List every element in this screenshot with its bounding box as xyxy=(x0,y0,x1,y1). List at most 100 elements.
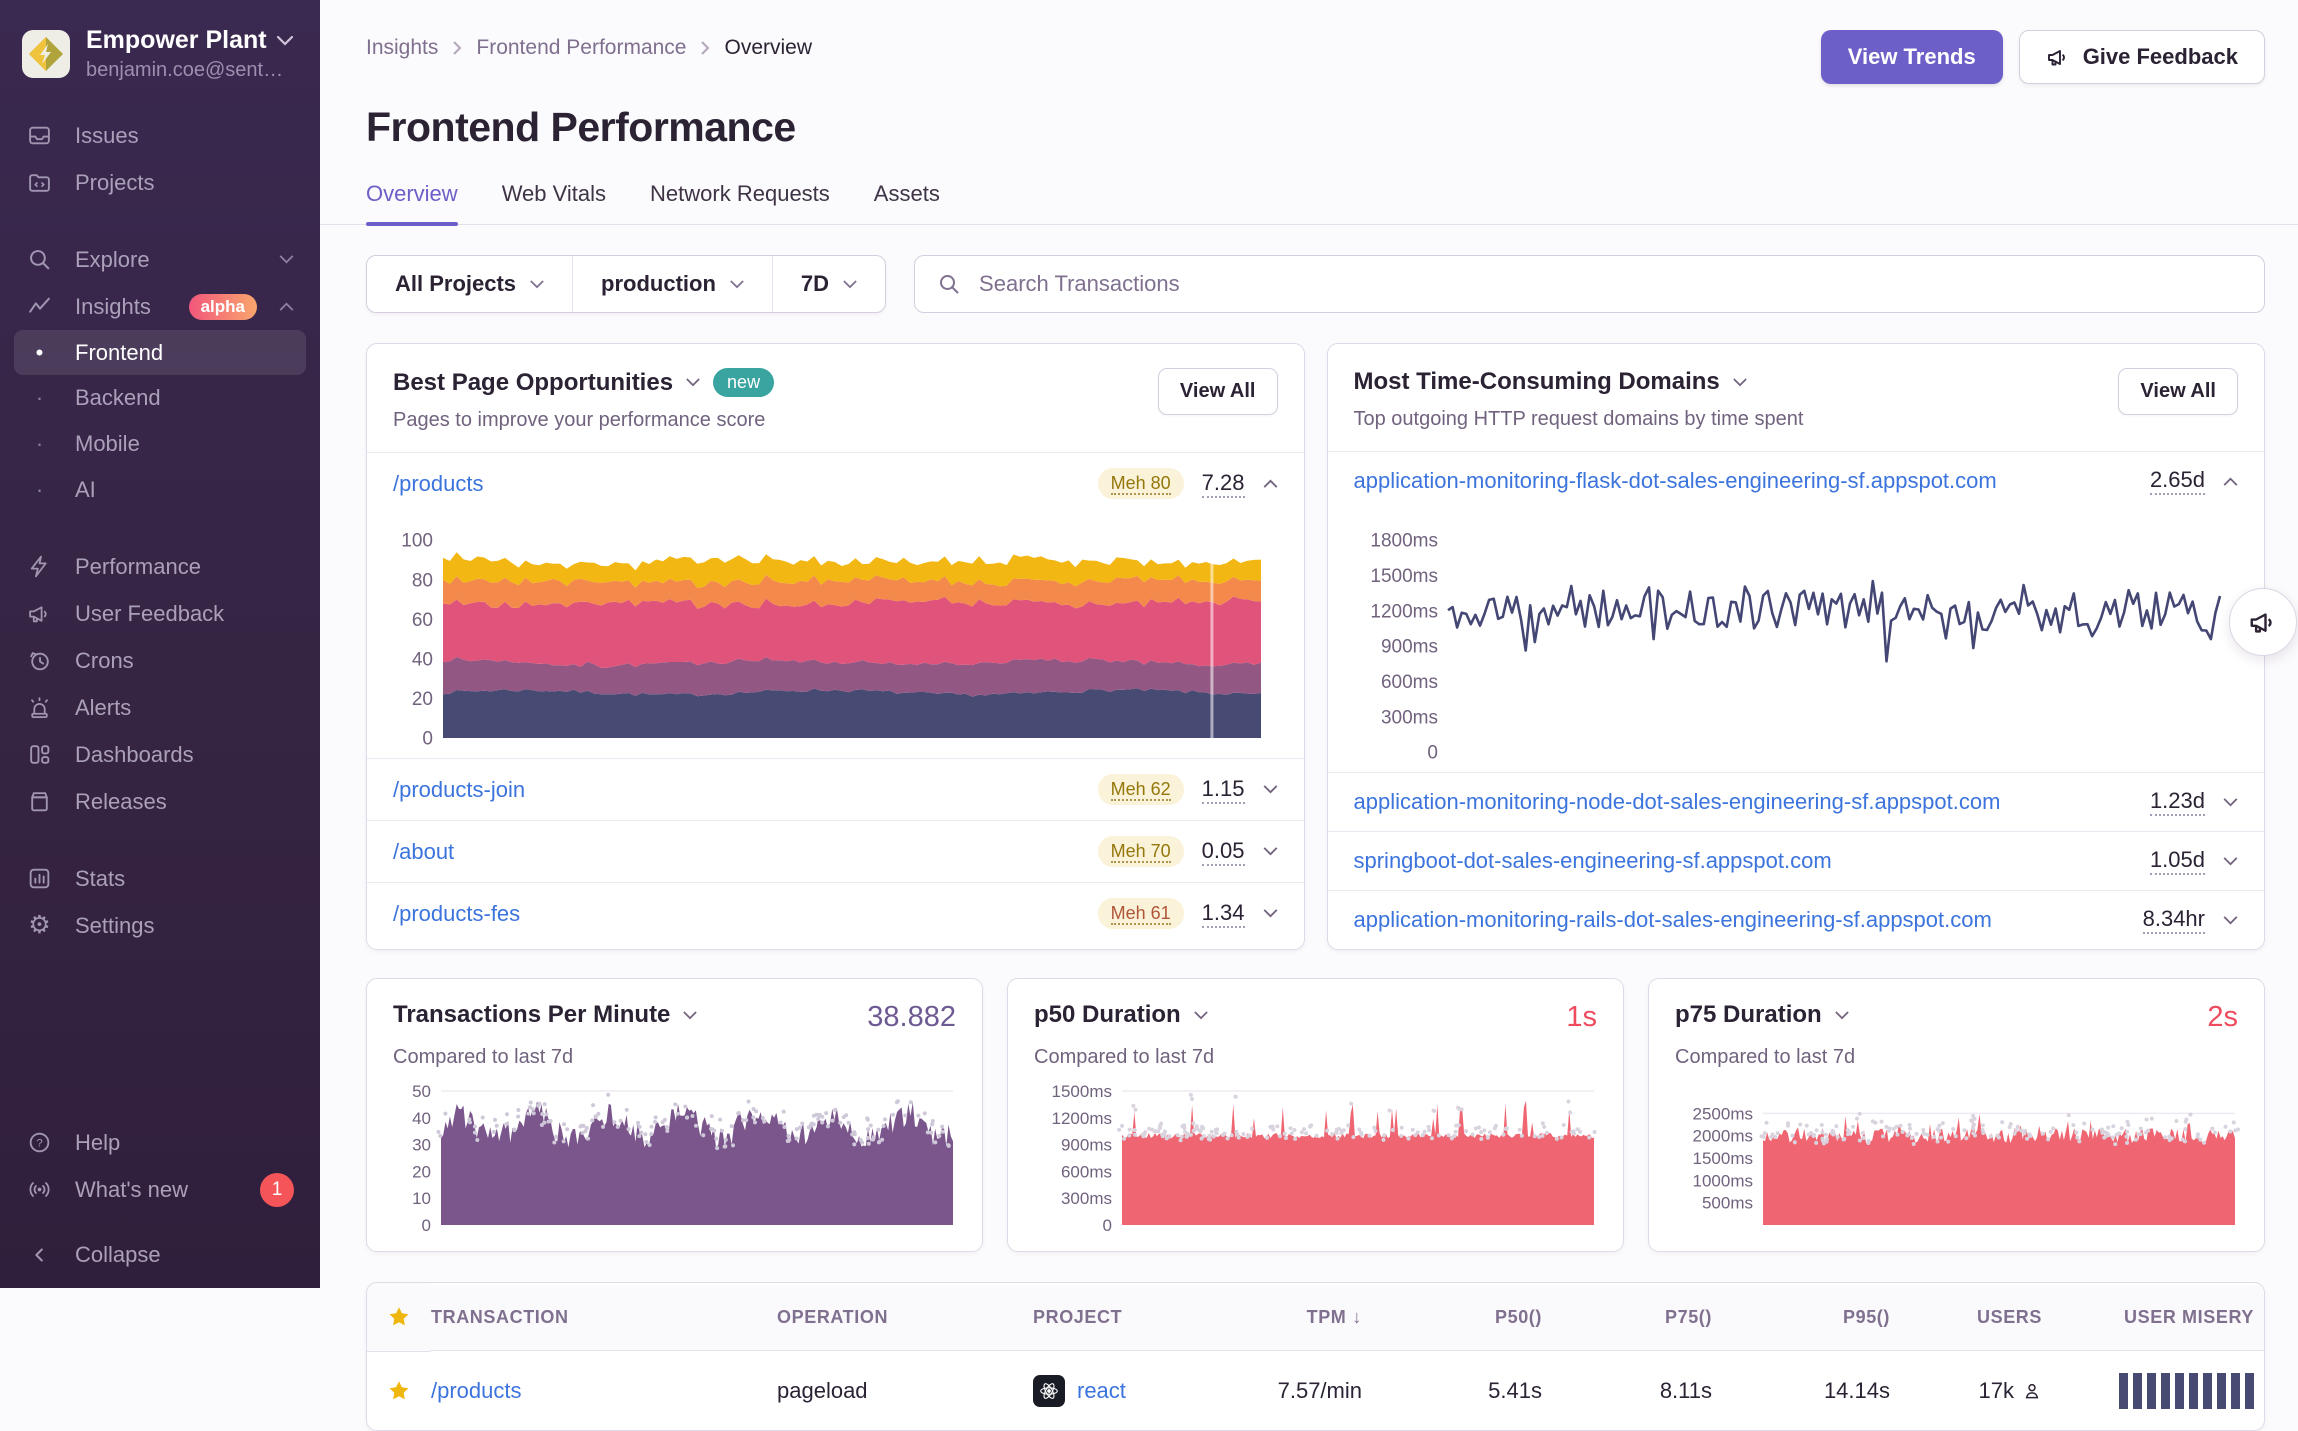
project-link[interactable]: react xyxy=(1077,1378,1126,1404)
domain-row-springboot[interactable]: springboot-dot-sales-engineering-sf.apps… xyxy=(1328,831,2265,890)
domain-row-flask[interactable]: application-monitoring-flask-dot-sales-e… xyxy=(1328,451,2265,510)
star-column-header[interactable] xyxy=(367,1283,431,1352)
tab-network-requests[interactable]: Network Requests xyxy=(650,181,830,224)
chevron-down-icon[interactable] xyxy=(1263,909,1278,918)
col-p95[interactable]: P95() xyxy=(1722,1285,1900,1351)
domain-link[interactable]: application-monitoring-node-dot-sales-en… xyxy=(1354,789,2001,815)
opportunity-row-products-join[interactable]: /products-join Meh 62 1.15 xyxy=(367,758,1304,820)
cell-project[interactable]: react xyxy=(1033,1354,1172,1428)
domain-time-value[interactable]: 8.34hr xyxy=(2143,906,2205,934)
sidebar-item-releases[interactable]: Releases xyxy=(0,778,320,825)
sidebar-item-user-feedback[interactable]: User Feedback xyxy=(0,590,320,637)
domain-row-rails[interactable]: application-monitoring-rails-dot-sales-e… xyxy=(1328,890,2265,949)
chevron-down-icon[interactable] xyxy=(1263,785,1278,794)
project-filter[interactable]: All Projects xyxy=(367,256,572,312)
col-operation[interactable]: OPERATION xyxy=(777,1285,1033,1351)
tab-web-vitals[interactable]: Web Vitals xyxy=(502,181,606,224)
sidebar-item-performance[interactable]: Performance xyxy=(0,543,320,590)
sidebar-item-label: Collapse xyxy=(75,1242,294,1268)
sidebar-item-explore[interactable]: Explore xyxy=(0,236,320,283)
panel-title[interactable]: p75 Duration xyxy=(1675,1001,1822,1029)
breadcrumb-frontend-performance[interactable]: Frontend Performance xyxy=(476,36,686,60)
breadcrumb-overview[interactable]: Overview xyxy=(724,36,812,60)
search-transactions-input[interactable] xyxy=(977,270,2242,298)
opportunity-value[interactable]: 0.05 xyxy=(1202,838,1245,866)
col-tpm[interactable]: TPM↓ xyxy=(1172,1285,1372,1351)
tab-overview[interactable]: Overview xyxy=(366,181,458,224)
domain-link[interactable]: application-monitoring-flask-dot-sales-e… xyxy=(1354,468,1997,494)
sidebar-item-projects[interactable]: Projects xyxy=(0,159,320,206)
opportunity-value[interactable]: 1.15 xyxy=(1202,776,1245,804)
p50-area-chart[interactable]: 1500ms1200ms900ms600ms300ms0 xyxy=(1034,1077,1600,1237)
date-range-filter[interactable]: 7D xyxy=(772,256,885,312)
page-filter-bar: All Projects production 7D xyxy=(366,255,886,313)
sidebar-item-alerts[interactable]: Alerts xyxy=(0,684,320,731)
org-switcher[interactable]: Empower Plant benjamin.coe@sent… xyxy=(0,20,320,112)
transaction-link[interactable]: /products-fes xyxy=(393,901,520,927)
sidebar-item-mobile[interactable]: · Mobile xyxy=(0,421,320,467)
chevron-down-icon[interactable] xyxy=(2223,798,2238,807)
sidebar-item-frontend[interactable]: • Frontend xyxy=(14,330,306,375)
domain-duration-line-chart[interactable]: 1800ms1500ms1200ms900ms600ms300ms0 xyxy=(1348,514,2226,764)
domain-time-value[interactable]: 1.23d xyxy=(2150,788,2205,816)
opportunity-row-about[interactable]: /about Meh 70 0.05 xyxy=(367,820,1304,882)
domain-time-value[interactable]: 2.65d xyxy=(2150,467,2205,495)
col-transaction[interactable]: TRANSACTION xyxy=(431,1285,777,1351)
transaction-link[interactable]: /products xyxy=(393,471,484,497)
domain-link[interactable]: application-monitoring-rails-dot-sales-e… xyxy=(1354,907,1992,933)
sidebar-item-label: Frontend xyxy=(75,340,294,366)
opportunity-row-products-fes[interactable]: /products-fes Meh 61 1.34 xyxy=(367,882,1304,944)
view-all-opportunities-button[interactable]: View All xyxy=(1158,368,1278,415)
sidebar-item-settings[interactable]: ⚙ Settings xyxy=(0,902,320,949)
tab-assets[interactable]: Assets xyxy=(874,181,940,224)
transaction-link[interactable]: /products xyxy=(431,1378,522,1404)
sidebar-item-stats[interactable]: Stats xyxy=(0,855,320,902)
sidebar-item-dashboards[interactable]: Dashboards xyxy=(0,731,320,778)
col-user-misery[interactable]: USER MISERY xyxy=(2052,1285,2264,1351)
chevron-down-icon[interactable] xyxy=(2223,916,2238,925)
sidebar-item-help[interactable]: ? Help xyxy=(0,1119,320,1166)
view-trends-button[interactable]: View Trends xyxy=(1821,30,2003,84)
breadcrumb-insights[interactable]: Insights xyxy=(366,36,438,60)
panel-title[interactable]: Transactions Per Minute xyxy=(393,1001,670,1029)
sidebar-item-issues[interactable]: Issues xyxy=(0,112,320,159)
panel-title[interactable]: p50 Duration xyxy=(1034,1001,1181,1029)
opportunity-value[interactable]: 7.28 xyxy=(1202,470,1245,498)
col-p75[interactable]: P75() xyxy=(1552,1285,1722,1351)
sidebar-item-collapse[interactable]: Collapse xyxy=(0,1231,320,1278)
give-feedback-button[interactable]: Give Feedback xyxy=(2019,30,2265,84)
panel-title[interactable]: Best Page Opportunities xyxy=(393,369,673,397)
col-users[interactable]: USERS xyxy=(1900,1285,2052,1351)
score-badge: Meh 80 xyxy=(1098,468,1184,499)
chevron-up-icon[interactable] xyxy=(1263,479,1278,488)
domain-time-value[interactable]: 1.05d xyxy=(2150,847,2205,875)
domain-row-node[interactable]: application-monitoring-node-dot-sales-en… xyxy=(1328,772,2265,831)
opportunity-value[interactable]: 1.34 xyxy=(1202,900,1245,928)
chevron-up-icon[interactable] xyxy=(2223,477,2238,486)
p75-area-chart[interactable]: 2500ms2000ms1500ms1000ms500ms xyxy=(1675,1077,2241,1237)
cell-transaction[interactable]: /products xyxy=(431,1357,777,1425)
row-star-toggle[interactable] xyxy=(367,1358,431,1424)
score-badge: Meh 61 xyxy=(1098,898,1184,929)
feedback-fab-button[interactable] xyxy=(2229,588,2297,656)
chevron-down-icon[interactable] xyxy=(1263,847,1278,856)
transaction-link[interactable]: /about xyxy=(393,839,454,865)
col-project[interactable]: PROJECT xyxy=(1033,1285,1172,1351)
opportunity-row-products[interactable]: /products Meh 80 7.28 xyxy=(367,452,1304,514)
environment-filter[interactable]: production xyxy=(572,256,772,312)
sidebar-item-whats-new[interactable]: What's new 1 xyxy=(0,1166,320,1213)
sidebar-item-ai[interactable]: · AI xyxy=(0,467,320,513)
tpm-area-chart[interactable]: 50403020100 xyxy=(393,1077,959,1237)
sidebar-item-crons[interactable]: Crons xyxy=(0,637,320,684)
panel-title[interactable]: Most Time-Consuming Domains xyxy=(1354,368,1720,396)
col-p50[interactable]: P50() xyxy=(1372,1285,1552,1351)
domain-link[interactable]: springboot-dot-sales-engineering-sf.apps… xyxy=(1354,848,1832,874)
sidebar-item-insights[interactable]: Insights alpha xyxy=(0,283,320,330)
sidebar-item-backend[interactable]: · Backend xyxy=(0,375,320,421)
transaction-link[interactable]: /products-join xyxy=(393,777,525,803)
view-all-domains-button[interactable]: View All xyxy=(2118,368,2238,415)
opportunity-score-stacked-area-chart[interactable]: 100806040200 xyxy=(387,518,1267,750)
sidebar-item-label: Crons xyxy=(75,648,294,674)
clock-icon xyxy=(26,647,53,674)
chevron-down-icon[interactable] xyxy=(2223,857,2238,866)
